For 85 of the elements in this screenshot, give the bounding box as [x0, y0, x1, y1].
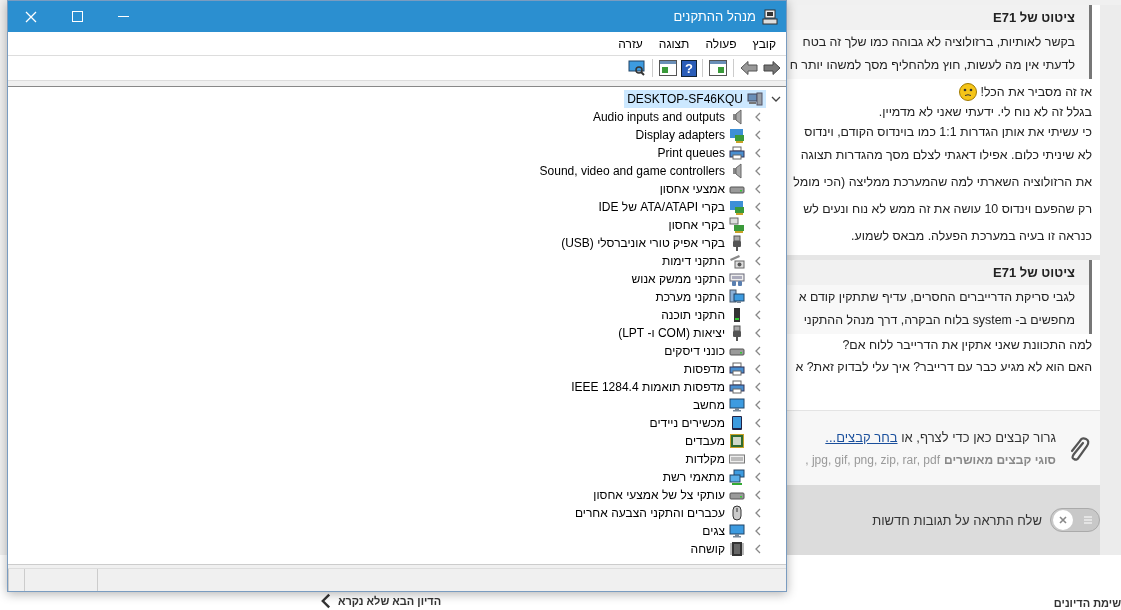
tree-item[interactable]: מחשב: [689, 396, 748, 414]
menu-item[interactable]: תצוגה: [650, 34, 698, 53]
close-icon: [25, 10, 37, 23]
printer-icon: [729, 145, 745, 161]
mouse-icon: [729, 505, 745, 521]
tree-item[interactable]: Display adapters: [632, 126, 748, 144]
forward-arrow-icon[interactable]: [762, 58, 782, 78]
tree-item[interactable]: מתאמי רשת: [659, 468, 748, 486]
tree-item[interactable]: צגים: [699, 522, 748, 540]
choose-files-link[interactable]: בחר קבצים...: [825, 429, 898, 445]
post-line: רק שהפעם וינדוס 10 עושה את זה ממש לא נוח ונעים לש: [803, 201, 1092, 218]
minimize-icon: [117, 15, 129, 18]
tablet-icon: [729, 415, 745, 431]
help-button[interactable]: ?: [681, 59, 697, 77]
post-line: את הרזולוציה השארתי למה שהמערכת ממליצה (הכי מומל: [793, 174, 1092, 191]
adapter-card-icon: [729, 127, 745, 143]
tree-item[interactable]: בקרי ATA/ATAPI של IDE: [595, 198, 748, 216]
post-line: לא שיניתי כלום. אפילו דאגתי לצלם מסך מהגדרות תצוגה: [800, 147, 1092, 164]
monitor-folder-icon: [729, 289, 745, 305]
tree-item[interactable]: מעבדים: [682, 432, 748, 450]
post-line: למה התכוונת שאני אתקין את הדרייבר ללוח אם?: [842, 337, 1092, 354]
chip-icon: [729, 541, 745, 557]
tree-item[interactable]: Audio inputs and outputs: [589, 108, 748, 126]
tree-item[interactable]: מקלדות: [682, 450, 748, 468]
tree-item[interactable]: התקני ממשק אנוש: [628, 270, 748, 288]
window-title: מנהל ההתקנים: [673, 9, 756, 24]
printer-icon: [729, 361, 745, 377]
adapter-card-icon: [729, 199, 745, 215]
back-arrow-icon[interactable]: [739, 58, 759, 78]
menu-item[interactable]: פעולה: [697, 34, 745, 53]
notify-toggle[interactable]: [1050, 508, 1100, 532]
tree-item[interactable]: אמצעי אחסון: [656, 180, 748, 198]
chevron-left-icon[interactable]: [320, 593, 332, 609]
quote-line: מחפשים ב- system בלוח הבקרה, דרך מנהל ההתקני: [802, 312, 1076, 329]
post-line: האם הוא לא מגיע כבר עם דרייבר? איך עלי לבדוק זאת? א: [795, 359, 1092, 376]
tree-item[interactable]: מדפסות תואמות IEEE 1284.4: [568, 378, 748, 396]
cross-icon: [1059, 516, 1067, 524]
tree-item[interactable]: בקרי אפיק טורי אוניברסלי (USB): [558, 234, 748, 252]
network-monitors-icon: [729, 469, 745, 485]
quote-line: לגבי סריקת הדרייברים החסרים, עדיף שתתקין קודם א: [797, 289, 1076, 306]
tree-item[interactable]: עותקי צל של אמצעי אחסון: [590, 486, 748, 504]
notify-label: שלח התראה על תגובות חדשות: [872, 512, 1042, 528]
tree-root-item[interactable]: DESKTOP-SF46KQU: [624, 90, 766, 108]
quote-line: בקשר לאותיות, ברזולוציה לא גבוהה כמו שלך זה בטח: [801, 34, 1076, 51]
post-line: בגלל זה לא נוח לי. ידעתי שאני לא מדמיין.: [878, 104, 1092, 121]
menu-item[interactable]: עזרה: [610, 34, 651, 53]
tree-item[interactable]: Sound, video and game controllers: [536, 162, 748, 180]
attach-prompt: גרור קבצים כאן כדי לצרף, או בחר קבצים...: [824, 429, 1056, 445]
monitor-icon: [729, 397, 745, 413]
processor-chip-icon: [729, 433, 745, 449]
keyboard-mouse-icon: [729, 271, 745, 287]
tree-item[interactable]: מכשירים ניידים: [646, 414, 748, 432]
monitor-icon: [729, 523, 745, 539]
list-window-icon[interactable]: [658, 58, 678, 78]
tree-item[interactable]: התקני דימות: [658, 252, 748, 270]
computer-icon: [747, 91, 763, 107]
lines-icon: [1083, 515, 1093, 525]
post-line: כי עשיתי את אותן הגדרות 1:1 כמו בוינדוס הקודם, וינדוס: [804, 124, 1092, 141]
printer-icon: [729, 379, 745, 395]
tree-item[interactable]: עכברים והתקני הצבעה אחרים: [571, 504, 748, 522]
maximize-icon: [71, 11, 83, 22]
tree-item[interactable]: מדפסות: [680, 360, 748, 378]
tree-item[interactable]: בקרי אחסון: [665, 216, 748, 234]
computer-icon: [762, 8, 778, 25]
quote-header: ציטוט של E71: [787, 260, 1089, 285]
discussion-list-link[interactable]: שימת הדיונים: [1053, 597, 1121, 609]
next-unread-link[interactable]: הדיון הבא שלא נקרא: [338, 595, 442, 607]
camera-icon: [729, 253, 745, 269]
properties-window-icon[interactable]: [708, 58, 728, 78]
scan-monitor-icon[interactable]: [627, 58, 647, 78]
quote-header: ציטוט של E71: [787, 5, 1089, 30]
menu-item[interactable]: קובץ: [744, 34, 784, 53]
tree-item[interactable]: Print queues: [654, 144, 748, 162]
tree-item[interactable]: כונני דיסקים: [661, 342, 748, 360]
file-types-list: , jpg, gif, png, zip, rar, pdf: [805, 452, 940, 467]
post-line: אז זה מסביר את הכל!: [980, 84, 1092, 101]
tree-item[interactable]: התקני תוכנה: [658, 306, 748, 324]
tree-item[interactable]: התקני מערכת: [652, 288, 748, 306]
post-line: כנראה זו בעיה במערכת הפעלה. מבאס לשמוע.: [851, 228, 1092, 245]
keyboard-icon: [729, 451, 745, 467]
file-types-label: סוגי קבצים מאושרים: [944, 452, 1056, 467]
tree-item[interactable]: יציאות (COM ו- LPT): [615, 324, 748, 342]
tree-item[interactable]: קושחה: [687, 540, 748, 558]
storage-controller-icon: [729, 217, 745, 233]
quote-line: לדעתי אין מה לעשות, חוץ מלהחליף מסך למשהו יותר ח: [788, 57, 1076, 74]
